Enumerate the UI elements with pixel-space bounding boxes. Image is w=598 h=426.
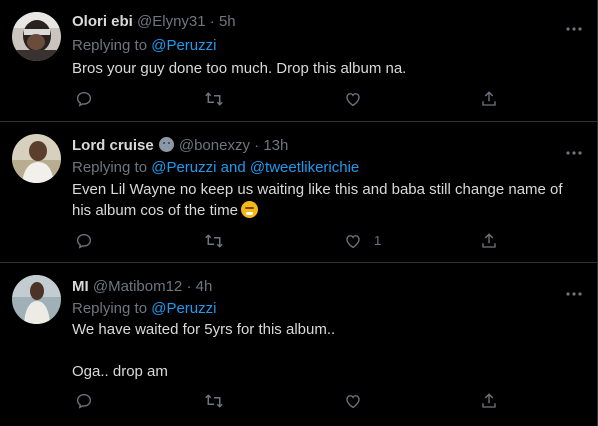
avatar[interactable] bbox=[12, 12, 61, 61]
tweet-text-line: his album cos of the time bbox=[72, 202, 238, 219]
share-icon[interactable] bbox=[480, 392, 498, 410]
display-name[interactable]: MI bbox=[72, 278, 89, 295]
tweet-text-line: Bros your guy done too much. Drop this a… bbox=[72, 60, 407, 77]
mention-link[interactable]: @Peruzzi bbox=[151, 300, 216, 317]
tweet[interactable]: MI @Matibom12 · 4h Replying to @Peruzzi … bbox=[0, 263, 597, 426]
like-icon[interactable] bbox=[344, 90, 362, 108]
action-bar bbox=[72, 90, 502, 108]
tweet-text: Bros your guy done too much. Drop this a… bbox=[72, 58, 572, 79]
more-icon[interactable] bbox=[565, 19, 583, 31]
retweet-icon[interactable] bbox=[204, 90, 224, 108]
handle[interactable]: @Elyny31 bbox=[137, 13, 206, 30]
tweet-text-line-with-emoji: his album cos of the time bbox=[72, 200, 572, 221]
tweet-header: MI @Matibom12 · 4h bbox=[72, 277, 212, 296]
separator-dot: · bbox=[186, 278, 192, 295]
reply-icon[interactable] bbox=[75, 232, 93, 250]
mention-link[interactable]: @Peruzzi bbox=[151, 37, 216, 54]
display-name[interactable]: Lord cruise bbox=[72, 137, 154, 154]
mention-link[interactable]: @Peruzzi and @tweetlikerichie bbox=[151, 159, 359, 176]
tweet-header: Olori ebi @Elyny31 · 5h bbox=[72, 12, 236, 31]
yawning-face-emoji-icon bbox=[240, 201, 258, 218]
more-icon[interactable] bbox=[565, 143, 583, 155]
share-icon[interactable] bbox=[480, 232, 498, 250]
timestamp[interactable]: 5h bbox=[219, 13, 236, 30]
tweet-text: Even Lil Wayne no keep us waiting like t… bbox=[72, 179, 572, 221]
action-bar: 1 bbox=[72, 232, 502, 250]
tweet-text-line: Oga.. drop am bbox=[72, 363, 168, 380]
reply-icon[interactable] bbox=[75, 392, 93, 410]
timestamp[interactable]: 4h bbox=[196, 278, 213, 295]
replying-to: Replying to @Peruzzi and @tweetlikerichi… bbox=[72, 158, 359, 177]
replying-prefix: Replying to bbox=[72, 159, 152, 176]
like-count: 1 bbox=[374, 233, 382, 248]
timestamp[interactable]: 13h bbox=[263, 137, 288, 154]
retweet-icon[interactable] bbox=[204, 232, 224, 250]
face-emoji-icon bbox=[158, 137, 174, 152]
like-icon[interactable] bbox=[344, 392, 362, 410]
share-icon[interactable] bbox=[480, 90, 498, 108]
tweet[interactable]: Olori ebi @Elyny31 · 5h Replying to @Per… bbox=[0, 0, 597, 122]
action-bar bbox=[72, 392, 502, 410]
avatar[interactable] bbox=[12, 275, 61, 324]
tweet-text-line: Even Lil Wayne no keep us waiting like t… bbox=[72, 181, 563, 198]
replying-prefix: Replying to bbox=[72, 37, 152, 54]
like-icon[interactable]: 1 bbox=[344, 232, 381, 250]
avatar[interactable] bbox=[12, 134, 61, 183]
tweet[interactable]: Lord cruise @bonexzy · 13h Replying to @… bbox=[0, 122, 597, 263]
tweet-text: We have waited for 5yrs for this album..… bbox=[72, 319, 572, 382]
tweet-header: Lord cruise @bonexzy · 13h bbox=[72, 136, 288, 155]
replying-prefix: Replying to bbox=[72, 300, 152, 317]
handle[interactable]: @Matibom12 bbox=[93, 278, 182, 295]
separator-dot: · bbox=[254, 137, 260, 154]
handle[interactable]: @bonexzy bbox=[179, 137, 250, 154]
display-name[interactable]: Olori ebi bbox=[72, 13, 133, 30]
separator-dot: · bbox=[209, 13, 215, 30]
more-icon[interactable] bbox=[565, 284, 583, 296]
tweet-text-line: We have waited for 5yrs for this album.. bbox=[72, 321, 336, 338]
retweet-icon[interactable] bbox=[204, 392, 224, 410]
replying-to: Replying to @Peruzzi bbox=[72, 36, 216, 55]
replying-to: Replying to @Peruzzi bbox=[72, 299, 216, 318]
reply-icon[interactable] bbox=[75, 90, 93, 108]
